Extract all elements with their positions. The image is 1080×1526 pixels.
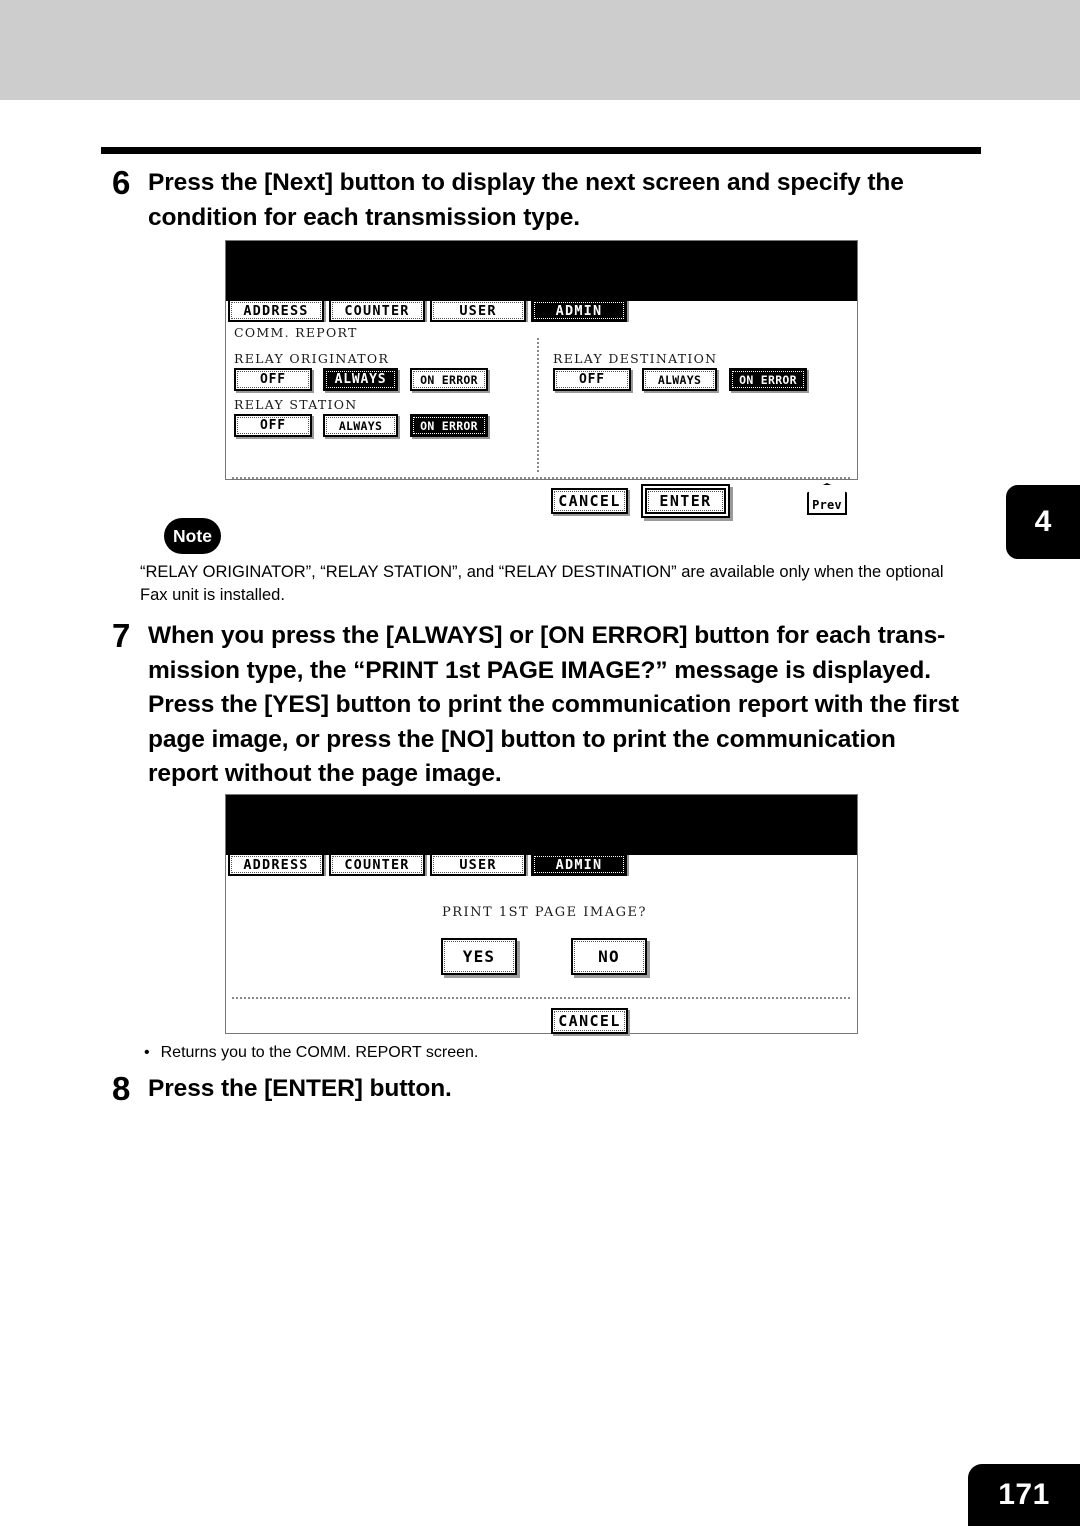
step-7-line-3: Press the [YES] button to print the comm… (148, 691, 959, 718)
lcd-content-area: COMM. REPORT RELAY ORIGINATOR OFF ALWAYS… (226, 322, 857, 515)
no-button[interactable]: NO (571, 938, 647, 975)
lcd-screen-comm-report: ADDRESS COUNTER USER ADMIN COMM. REPORT … (225, 240, 858, 515)
relay-station-always[interactable]: ALWAYS (323, 414, 398, 437)
step-6-line-1: Press the [Next] button to display the n… (148, 169, 904, 196)
tab-user-2[interactable]: USER (430, 853, 526, 876)
step-7: 7 When you press the [ALWAYS] or [ON ERR… (112, 619, 1002, 792)
tab-address[interactable]: ADDRESS (228, 299, 324, 322)
step-7-line-5: report without the page image. (148, 760, 502, 787)
group-label-relay-destination: RELAY DESTINATION (553, 351, 718, 366)
prev-button-label: Prev (812, 498, 842, 512)
relay-originator-always[interactable]: ALWAYS (323, 368, 398, 391)
relay-destination-off[interactable]: OFF (553, 368, 631, 391)
step-7-line-4: page image, or press the [NO] button to … (148, 725, 896, 753)
enter-button[interactable]: ENTER (645, 488, 726, 514)
chapter-thumb-tab: 4 (1006, 485, 1080, 559)
note-text: “RELAY ORIGINATOR”, “RELAY STATION”, and… (140, 561, 985, 607)
relay-originator-off[interactable]: OFF (234, 368, 312, 391)
lcd-header-bar (226, 241, 857, 301)
relay-station-off[interactable]: OFF (234, 414, 312, 437)
note-line-1: “RELAY ORIGINATOR”, “RELAY STATION”, and… (140, 563, 944, 581)
group-label-relay-originator: RELAY ORIGINATOR (234, 351, 390, 366)
tab-admin[interactable]: ADMIN (531, 299, 627, 322)
tab-admin-2[interactable]: ADMIN (531, 853, 627, 876)
tab-counter[interactable]: COUNTER (329, 299, 425, 322)
step-8: 8 Press the [ENTER] button. (112, 1072, 992, 1107)
relay-destination-on-error[interactable]: ON ERROR (729, 368, 807, 391)
bullet-dot: • (144, 1044, 150, 1061)
relay-originator-on-error[interactable]: ON ERROR (410, 368, 488, 391)
relay-destination-always[interactable]: ALWAYS (642, 368, 717, 391)
tab-counter-2[interactable]: COUNTER (329, 853, 425, 876)
confirm-message: PRINT 1ST PAGE IMAGE? (442, 905, 647, 920)
action-row-divider-2 (232, 997, 851, 999)
step-6: 6 Press the [Next] button to display the… (112, 166, 992, 235)
group-label-relay-station: RELAY STATION (234, 397, 358, 412)
lcd-tabbar: ADDRESS COUNTER USER ADMIN (228, 299, 627, 322)
tab-address-2[interactable]: ADDRESS (228, 853, 324, 876)
comm-report-title: COMM. REPORT (234, 325, 358, 340)
step-6-text: Press the [Next] button to display the n… (148, 166, 904, 235)
page-top-band (0, 0, 1080, 100)
note-badge: Note (164, 518, 221, 554)
return-note: • Returns you to the COMM. REPORT screen. (144, 1042, 478, 1063)
section-rule (101, 147, 981, 154)
action-row-divider (232, 477, 851, 479)
page-number: 171 (968, 1464, 1080, 1526)
cancel-button[interactable]: CANCEL (551, 488, 628, 514)
step-7-text: When you press the [ALWAYS] or [ON ERROR… (148, 619, 959, 792)
step-6-number: 6 (112, 164, 131, 201)
relay-station-on-error[interactable]: ON ERROR (410, 414, 488, 437)
lcd-content-area-2: PRINT 1ST PAGE IMAGE? YES NO CANCEL (226, 876, 857, 1034)
step-8-line-1: Press the [ENTER] button. (148, 1075, 452, 1102)
lcd-header-bar-2 (226, 795, 857, 855)
tab-user[interactable]: USER (430, 299, 526, 322)
step-8-text: Press the [ENTER] button. (148, 1072, 452, 1107)
return-note-text: Returns you to the COMM. REPORT screen. (160, 1044, 479, 1061)
step-7-line-2: mission type, the “PRINT 1st PAGE IMAGE?… (148, 656, 931, 684)
note-line-2: Fax unit is installed. (140, 586, 285, 604)
prev-button[interactable]: Prev (807, 483, 847, 515)
cancel-button-2[interactable]: CANCEL (551, 1008, 628, 1034)
column-divider (537, 338, 539, 472)
step-7-line-1: When you press the [ALWAYS] or [ON ERROR… (148, 622, 946, 649)
step-6-line-2: condition for each transmission type. (148, 203, 580, 231)
lcd-tabbar-2: ADDRESS COUNTER USER ADMIN (228, 853, 627, 876)
lcd-screen-print-first-page: ADDRESS COUNTER USER ADMIN PRINT 1ST PAG… (225, 794, 858, 1034)
step-8-number: 8 (112, 1070, 131, 1107)
yes-button[interactable]: YES (441, 938, 517, 975)
step-7-number: 7 (112, 617, 131, 654)
